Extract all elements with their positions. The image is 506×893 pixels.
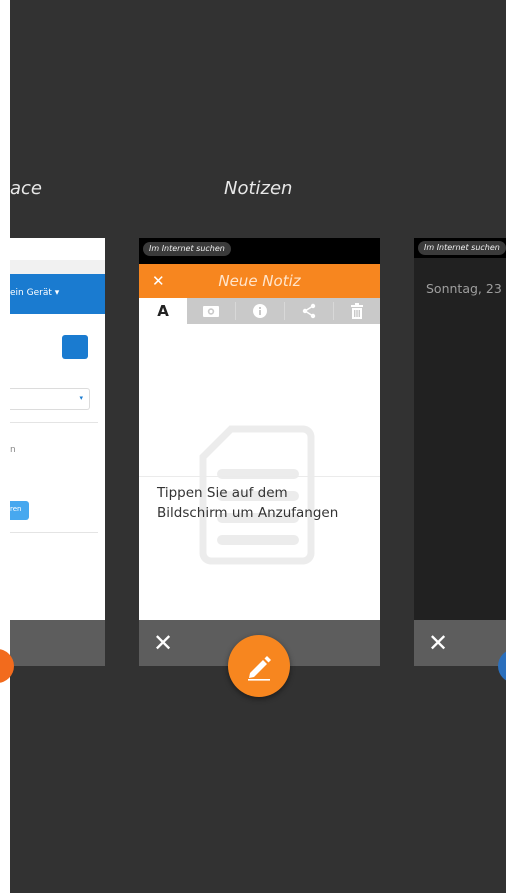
app-card-right[interactable]: Im Internet suchen Sonntag, 23 <box>414 238 506 620</box>
internet-search-chip[interactable]: Im Internet suchen <box>143 242 231 256</box>
device-label[interactable]: ein Gerät ▾ <box>10 288 59 298</box>
fab-left-partial[interactable] <box>0 649 14 683</box>
new-note-fab[interactable] <box>228 635 290 697</box>
card-footer-left <box>10 620 105 666</box>
note-toolbar: A <box>139 298 380 324</box>
close-card-icon-right[interactable]: ✕ <box>428 631 448 655</box>
close-card-icon[interactable]: ✕ <box>153 631 173 655</box>
info-icon[interactable] <box>236 298 284 324</box>
browser-bar-right: Im Internet suchen <box>414 238 506 258</box>
card-title-notes: Notizen <box>224 178 293 199</box>
empty-hint: Tippen Sie auf dem Bildschirm um Anzufan… <box>157 485 339 521</box>
camera-icon[interactable] <box>187 298 235 324</box>
status-area <box>10 238 105 260</box>
select-field[interactable]: ▾ <box>10 388 90 410</box>
blue-header: ein Gerät ▾ <box>10 274 105 314</box>
app-card-notes[interactable]: Im Internet suchen ✕ Neue Notiz A Tippen… <box>139 238 380 620</box>
share-icon[interactable] <box>285 298 333 324</box>
internet-search-chip-right[interactable]: Im Internet suchen <box>418 241 506 255</box>
divider <box>10 422 98 423</box>
card-view-icon[interactable] <box>62 335 88 359</box>
browser-bar: Im Internet suchen <box>139 238 380 264</box>
divider-2 <box>10 532 98 533</box>
line-divider <box>139 476 380 477</box>
notes-header: ✕ Neue Notiz <box>139 264 380 298</box>
text-format-icon[interactable]: A <box>139 298 187 324</box>
pencil-icon <box>248 656 271 681</box>
trash-icon[interactable] <box>334 298 380 324</box>
screen-edge <box>0 0 10 893</box>
app-card-left[interactable]: ein Gerät ▾ ▾ n ren <box>10 238 105 620</box>
row-text: n <box>10 445 16 455</box>
card-title-left: ace <box>10 178 43 199</box>
action-button[interactable]: ren <box>10 501 29 520</box>
date-text: Sonntag, 23 <box>426 281 502 296</box>
note-title: Neue Notiz <box>218 272 301 290</box>
fab-right-partial[interactable] <box>498 649 506 683</box>
address-bar <box>10 260 105 274</box>
card-footer-right: ✕ <box>414 620 506 666</box>
note-body[interactable]: Tippen Sie auf dem Bildschirm um Anzufan… <box>139 324 380 620</box>
